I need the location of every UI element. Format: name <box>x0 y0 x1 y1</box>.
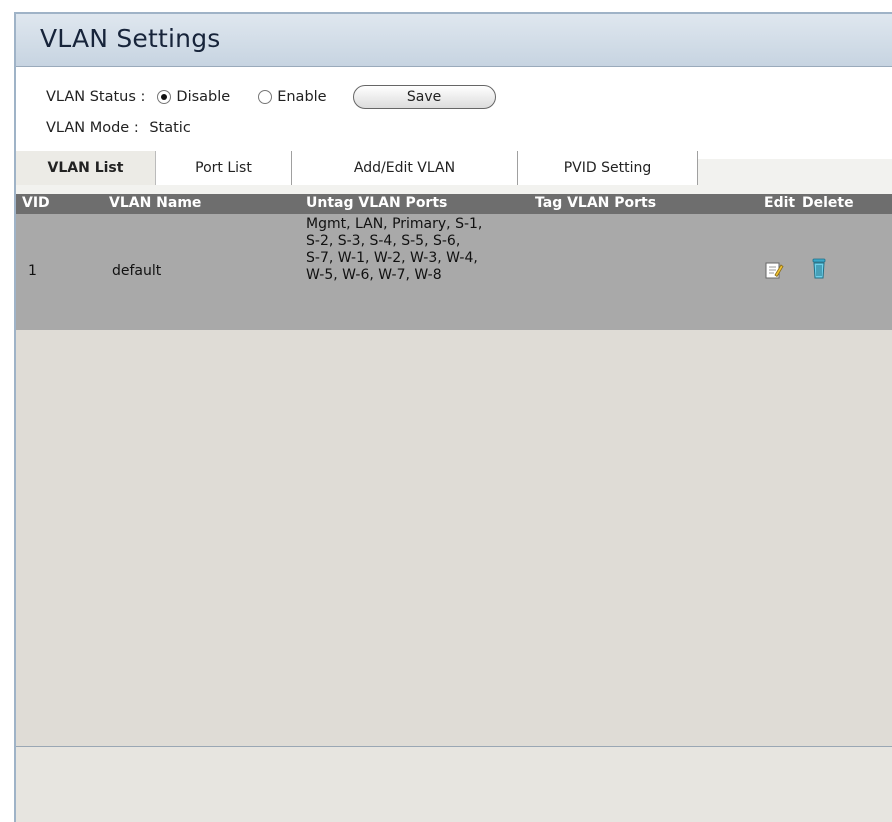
title-bar: VLAN Settings <box>16 14 892 67</box>
header-tag-ports: Tag VLAN Ports <box>535 195 657 211</box>
vlan-mode-row: VLAN Mode : Static <box>46 120 191 136</box>
vlan-status-row: VLAN Status : Disable Enable Save <box>46 85 496 109</box>
vlan-settings-panel: VLAN Settings VLAN Status : Disable Enab… <box>14 12 892 822</box>
header-untag-ports: Untag VLAN Ports <box>306 195 448 211</box>
vlan-status-disable-option[interactable]: Disable <box>157 89 230 105</box>
enable-radio[interactable] <box>258 90 273 104</box>
disable-radio[interactable] <box>157 90 172 104</box>
header-edit: Edit <box>764 195 796 211</box>
tab-pvid-setting[interactable]: PVID Setting <box>518 151 698 185</box>
vlan-status-label: VLAN Status : <box>46 89 146 105</box>
vlan-mode-label: VLAN Mode : <box>46 120 139 136</box>
table-row: 1 default Mgmt, LAN, Primary, S-1, S-2, … <box>16 214 892 331</box>
header-delete: Delete <box>802 195 854 211</box>
table-empty-area <box>16 330 892 746</box>
tab-vlan-list[interactable]: VLAN List <box>16 151 156 185</box>
disable-label: Disable <box>176 89 231 105</box>
enable-label: Enable <box>277 89 327 105</box>
table-header: VID VLAN Name Untag VLAN Ports Tag VLAN … <box>16 194 892 214</box>
cell-vlan-name: default <box>112 263 162 279</box>
tab-port-list[interactable]: Port List <box>156 151 292 185</box>
vlan-status-enable-option[interactable]: Enable <box>258 89 327 105</box>
footer-bar <box>16 746 892 822</box>
header-vid: VID <box>22 195 50 211</box>
trash-icon[interactable] <box>809 258 829 284</box>
cell-untag-ports: Mgmt, LAN, Primary, S-1, S-2, S-3, S-4, … <box>306 216 483 283</box>
vlan-settings-form: VLAN Status : Disable Enable Save VLAN M… <box>16 67 892 159</box>
header-vlan-name: VLAN Name <box>109 195 202 211</box>
edit-icon[interactable] <box>764 260 784 284</box>
save-button[interactable]: Save <box>352 85 496 109</box>
tab-add-edit-vlan[interactable]: Add/Edit VLAN <box>292 151 518 185</box>
vlan-mode-value: Static <box>149 120 191 136</box>
cell-vid: 1 <box>28 263 37 279</box>
tab-bar: VLAN List Port List Add/Edit VLAN PVID S… <box>16 151 716 185</box>
vlan-table: VID VLAN Name Untag VLAN Ports Tag VLAN … <box>16 194 892 331</box>
page-title: VLAN Settings <box>40 24 221 53</box>
